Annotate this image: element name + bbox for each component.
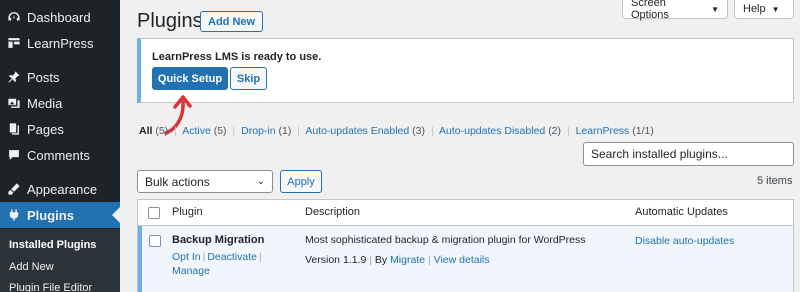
column-description: Description <box>305 206 361 218</box>
select-all-checkbox[interactable] <box>148 207 160 219</box>
column-automatic-updates: Automatic Updates <box>635 206 728 218</box>
filter-dropin-count: (1) <box>278 125 292 137</box>
skip-button[interactable]: Skip <box>230 67 267 90</box>
plugins-submenu: Installed Plugins Add New Plugin File Ed… <box>0 229 120 292</box>
plugin-meta: Version 1.1.9 | By Migrate | View detail… <box>305 254 490 266</box>
table-row: Backup Migration Opt In | Deactivate | Mana… <box>138 226 793 292</box>
table-header: Plugin Description Automatic Updates <box>138 200 793 226</box>
filter-all-count: (5) <box>155 125 169 137</box>
quick-setup-button[interactable]: Quick Setup <box>152 67 228 90</box>
view-details-link[interactable]: View details <box>434 254 490 266</box>
search-plugins-input[interactable]: Search installed plugins... <box>583 142 794 166</box>
submenu-plugin-file-editor[interactable]: Plugin File Editor <box>9 282 92 292</box>
opt-in-link[interactable]: Opt In <box>172 251 201 263</box>
filter-active-count: (5) <box>213 125 227 137</box>
deactivate-link[interactable]: Deactivate <box>207 251 257 263</box>
sidebar-item-plugins[interactable]: Plugins <box>0 202 120 228</box>
dashboard-icon <box>7 10 21 24</box>
help-button[interactable]: Help ▼ <box>734 0 794 19</box>
plugin-name: Backup Migration <box>172 234 265 246</box>
filter-auto-updates-disabled-count: (2) <box>548 125 562 137</box>
sidebar-item-dashboard[interactable]: Dashboard <box>0 4 120 30</box>
by-label: By <box>374 254 388 266</box>
apply-button[interactable]: Apply <box>280 170 322 193</box>
plugin-description: Most sophisticated backup & migration pl… <box>305 234 586 246</box>
manage-link[interactable]: Manage <box>172 265 210 277</box>
plugin-version: Version 1.1.9 <box>305 254 367 266</box>
chevron-down-icon: ⌄ <box>256 176 265 187</box>
page-title: Plugins <box>137 10 203 32</box>
learnpress-notice: LearnPress LMS is ready to use. Quick Se… <box>137 38 794 103</box>
filter-dropin[interactable]: Drop-in <box>241 125 275 137</box>
sidebar-item-pages[interactable]: Pages <box>0 116 120 142</box>
filter-all[interactable]: All <box>139 125 152 137</box>
bulk-actions-select[interactable]: Bulk actions ⌄ <box>137 170 273 193</box>
sidebar-item-posts[interactable]: Posts <box>0 64 120 90</box>
disable-auto-updates-link[interactable]: Disable auto-updates <box>635 235 734 247</box>
sidebar-item-comments[interactable]: Comments <box>0 142 120 168</box>
filter-learnpress[interactable]: LearnPress <box>576 125 630 137</box>
sidebar-item-label: LearnPress <box>27 35 94 51</box>
pages-icon <box>7 122 21 136</box>
sidebar-item-label: Posts <box>27 69 60 85</box>
sidebar-item-learnpress[interactable]: LearnPress <box>0 30 120 56</box>
sidebar-item-label: Dashboard <box>27 9 91 25</box>
admin-sidebar: Dashboard LearnPress Posts Media Pages C… <box>0 0 120 292</box>
bulk-actions-value: Bulk actions <box>145 174 210 189</box>
plugins-icon <box>7 208 21 222</box>
media-icon <box>7 96 21 110</box>
help-label: Help <box>743 3 766 15</box>
submenu-installed-plugins[interactable]: Installed Plugins <box>9 239 96 251</box>
plugin-status-filters: All (5) | Active (5) | Drop-in (1) | Aut… <box>139 125 654 137</box>
row-actions: Opt In | Deactivate | Manage <box>172 251 262 277</box>
main-content: Plugins Add New Screen Options ▼ Help ▼ … <box>120 0 800 292</box>
filter-active[interactable]: Active <box>182 125 211 137</box>
items-count: 5 items <box>757 175 793 187</box>
filter-auto-updates-enabled[interactable]: Auto-updates Enabled <box>305 125 409 137</box>
learnpress-icon <box>7 36 21 50</box>
appearance-icon <box>7 182 21 196</box>
sidebar-item-label: Appearance <box>27 181 98 197</box>
caret-down-icon: ▼ <box>771 4 780 14</box>
plugins-table: Plugin Description Automatic Updates Bac… <box>137 199 794 292</box>
screen-options-label: Screen Options <box>631 0 669 21</box>
sidebar-item-media[interactable]: Media <box>0 90 120 116</box>
sidebar-item-label: Pages <box>27 121 64 137</box>
comments-icon <box>7 148 21 162</box>
sidebar-item-label: Media <box>27 95 63 111</box>
notice-text: LearnPress LMS is ready to use. <box>152 51 322 63</box>
caret-down-icon: ▼ <box>711 4 719 14</box>
sidebar-item-label: Comments <box>27 147 90 163</box>
sidebar-item-label: Plugins <box>27 207 74 223</box>
submenu-add-new[interactable]: Add New <box>9 261 54 273</box>
column-plugin: Plugin <box>172 206 203 218</box>
add-new-button[interactable]: Add New <box>200 11 264 32</box>
author-link[interactable]: Migrate <box>390 254 425 266</box>
sidebar-item-appearance[interactable]: Appearance <box>0 176 120 202</box>
filter-learnpress-count: (1/1) <box>632 125 654 137</box>
filter-auto-updates-disabled[interactable]: Auto-updates Disabled <box>439 125 545 137</box>
pin-icon <box>7 70 21 84</box>
row-checkbox[interactable] <box>149 235 161 247</box>
screen-options-button[interactable]: Screen Options ▼ <box>622 0 728 21</box>
filter-auto-updates-enabled-count: (3) <box>412 125 426 137</box>
